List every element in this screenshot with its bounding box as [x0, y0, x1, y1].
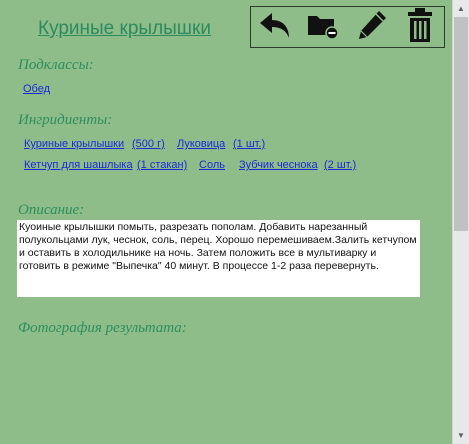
- trash-icon: [405, 7, 435, 48]
- toolbar: [250, 6, 445, 48]
- ingredient-name-link[interactable]: Куриные крылышки: [24, 138, 124, 150]
- undo-button[interactable]: [257, 9, 293, 45]
- recipe-title[interactable]: Куриные крылышки: [38, 18, 211, 40]
- edit-button[interactable]: [354, 9, 390, 45]
- scroll-down-button[interactable]: ▼: [453, 427, 469, 444]
- photo-label: Фотография результата:: [18, 320, 187, 336]
- description-label: Описание:: [18, 202, 85, 218]
- scrollbar-thumb[interactable]: [454, 17, 468, 231]
- ingredient-qty-link[interactable]: (1 стакан): [137, 159, 187, 171]
- recipe-view: Куриные крылышки Подклассы: Обед Ингриди…: [0, 0, 452, 444]
- ingredient-qty-link[interactable]: (1 шт.): [233, 138, 265, 150]
- caret-up-icon: ▲: [457, 4, 465, 13]
- ingredient-name-link[interactable]: Соль: [199, 159, 225, 171]
- remove-folder-button[interactable]: [305, 9, 341, 45]
- ingredient-name-link[interactable]: Кетчуп для шашлыка: [24, 159, 133, 171]
- subclasses-label: Подклассы:: [18, 57, 94, 73]
- ingredient-name-link[interactable]: Луковица: [177, 138, 225, 150]
- ingredient-qty-link[interactable]: (2 шт.): [324, 159, 356, 171]
- undo-icon: [258, 10, 292, 45]
- pencil-icon: [355, 8, 389, 47]
- ingredients-label: Ингридиенты:: [18, 112, 113, 128]
- vertical-scrollbar[interactable]: ▲ ▼: [452, 0, 469, 444]
- scroll-up-button[interactable]: ▲: [453, 0, 469, 17]
- caret-down-icon: ▼: [457, 431, 465, 440]
- subclass-link[interactable]: Обед: [23, 83, 50, 95]
- folder-remove-icon: [306, 10, 340, 45]
- delete-button[interactable]: [402, 7, 438, 48]
- ingredient-qty-link[interactable]: (500 г): [132, 138, 165, 150]
- ingredient-name-link[interactable]: Зубчик чеснока: [239, 159, 318, 171]
- description-text: Куоиные крылышки помыть, разрезать попол…: [17, 220, 420, 297]
